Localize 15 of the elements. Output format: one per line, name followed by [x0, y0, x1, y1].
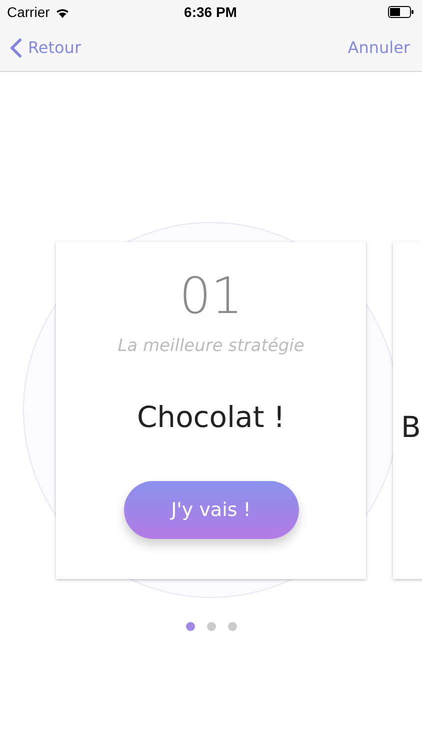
- cancel-button[interactable]: Annuler: [348, 38, 410, 57]
- clock-time: 6:36 PM: [184, 4, 237, 20]
- page-dot[interactable]: [186, 622, 194, 631]
- card-number: 01: [179, 266, 243, 327]
- back-button[interactable]: Retour: [10, 38, 82, 58]
- battery-icon: [388, 6, 414, 18]
- page-dot[interactable]: [206, 622, 216, 631]
- carrier-label: Carrier: [7, 4, 50, 20]
- back-chevron-icon: [10, 38, 22, 58]
- go-button[interactable]: J'y vais !: [124, 481, 298, 539]
- page-dot[interactable]: [228, 622, 236, 631]
- card-subtitle: La meilleure stratégie: [118, 336, 304, 356]
- card-title: Chocolat !: [136, 400, 286, 434]
- wifi-icon: [54, 6, 70, 18]
- card-title: B: [401, 410, 421, 444]
